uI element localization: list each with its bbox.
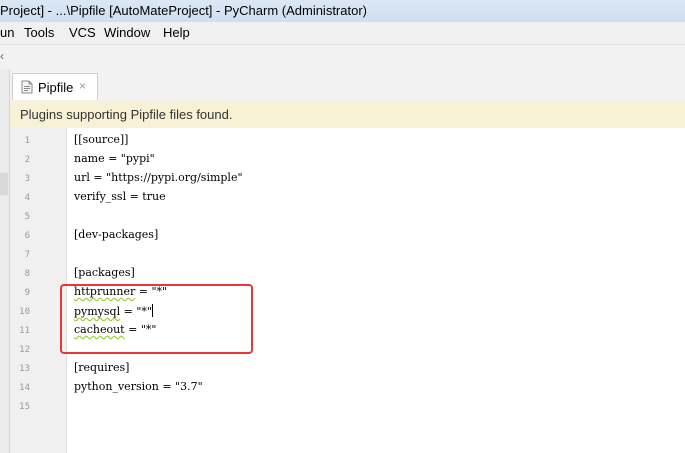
tool-window-button[interactable]: [0, 173, 8, 195]
plugin-notification-banner: Plugins supporting Pipfile files found.: [10, 101, 685, 129]
menu-window[interactable]: Window: [104, 25, 150, 40]
code-line: [requires]: [74, 361, 130, 374]
chevron-left-icon[interactable]: ‹: [0, 49, 4, 63]
editor-tab-bar: Pipfile ×: [10, 69, 685, 102]
code-line: name = "pypi": [74, 152, 155, 165]
navigation-bar: ‹: [0, 45, 685, 70]
spellcheck-underline: httprunner: [74, 285, 136, 298]
code-line: python_version = "3.7": [74, 380, 203, 393]
pipfile-icon: [21, 80, 33, 94]
line-number: 15: [19, 402, 30, 412]
tab-pipfile[interactable]: Pipfile ×: [12, 73, 98, 100]
line-number: 13: [19, 364, 30, 374]
text-caret: [151, 304, 153, 317]
line-number: 11: [19, 326, 30, 336]
spellcheck-underline: cacheout: [74, 323, 125, 336]
line-number: 10: [19, 307, 30, 317]
notification-text: Plugins supporting Pipfile files found.: [20, 107, 233, 122]
pycharm-window: Project] - ...\Pipfile [AutoMateProject]…: [0, 0, 685, 453]
spellcheck-underline: pymysql: [74, 305, 121, 318]
tool-window-strip: [0, 69, 10, 453]
line-number: 1: [24, 136, 30, 146]
menu-help[interactable]: Help: [163, 25, 190, 40]
code-line: httprunner = "*": [74, 285, 168, 298]
code-line: [dev-packages]: [74, 228, 159, 241]
code-line: url = "https://pypi.org/simple": [74, 171, 243, 184]
code-line: [packages]: [74, 266, 135, 279]
menu-tools[interactable]: Tools: [24, 25, 54, 40]
line-number: 14: [19, 383, 30, 393]
window-title: Project] - ...\Pipfile [AutoMateProject]…: [0, 3, 367, 18]
line-number: 6: [24, 231, 30, 241]
line-number: 12: [19, 345, 30, 355]
code-line: verify_ssl = true: [74, 190, 166, 203]
line-number: 4: [24, 193, 30, 203]
line-number: 5: [24, 212, 30, 222]
tab-pipfile-label: Pipfile: [38, 80, 74, 95]
line-number: 3: [24, 174, 30, 184]
window-titlebar[interactable]: Project] - ...\Pipfile [AutoMateProject]…: [0, 0, 685, 23]
editor-text-area[interactable]: [[source]] name = "pypi" url = "https://py…: [67, 128, 685, 453]
menu-run[interactable]: un: [0, 25, 14, 40]
code-line: cacheout = "*": [74, 323, 157, 336]
menu-vcs[interactable]: VCS: [69, 25, 96, 40]
code-line: pymysql = "*": [74, 304, 153, 318]
menu-bar: un Tools VCS Window Help: [0, 22, 685, 45]
line-number: 2: [24, 155, 30, 165]
close-icon[interactable]: ×: [79, 79, 86, 93]
code-line: [[source]]: [74, 133, 129, 146]
line-number: 9: [24, 288, 30, 298]
line-number: 7: [24, 250, 30, 260]
line-number: 8: [24, 269, 30, 279]
line-number-gutter: 1 2 3 4 5 6 7 8 9 10 11 12 13 14 15: [10, 128, 67, 453]
